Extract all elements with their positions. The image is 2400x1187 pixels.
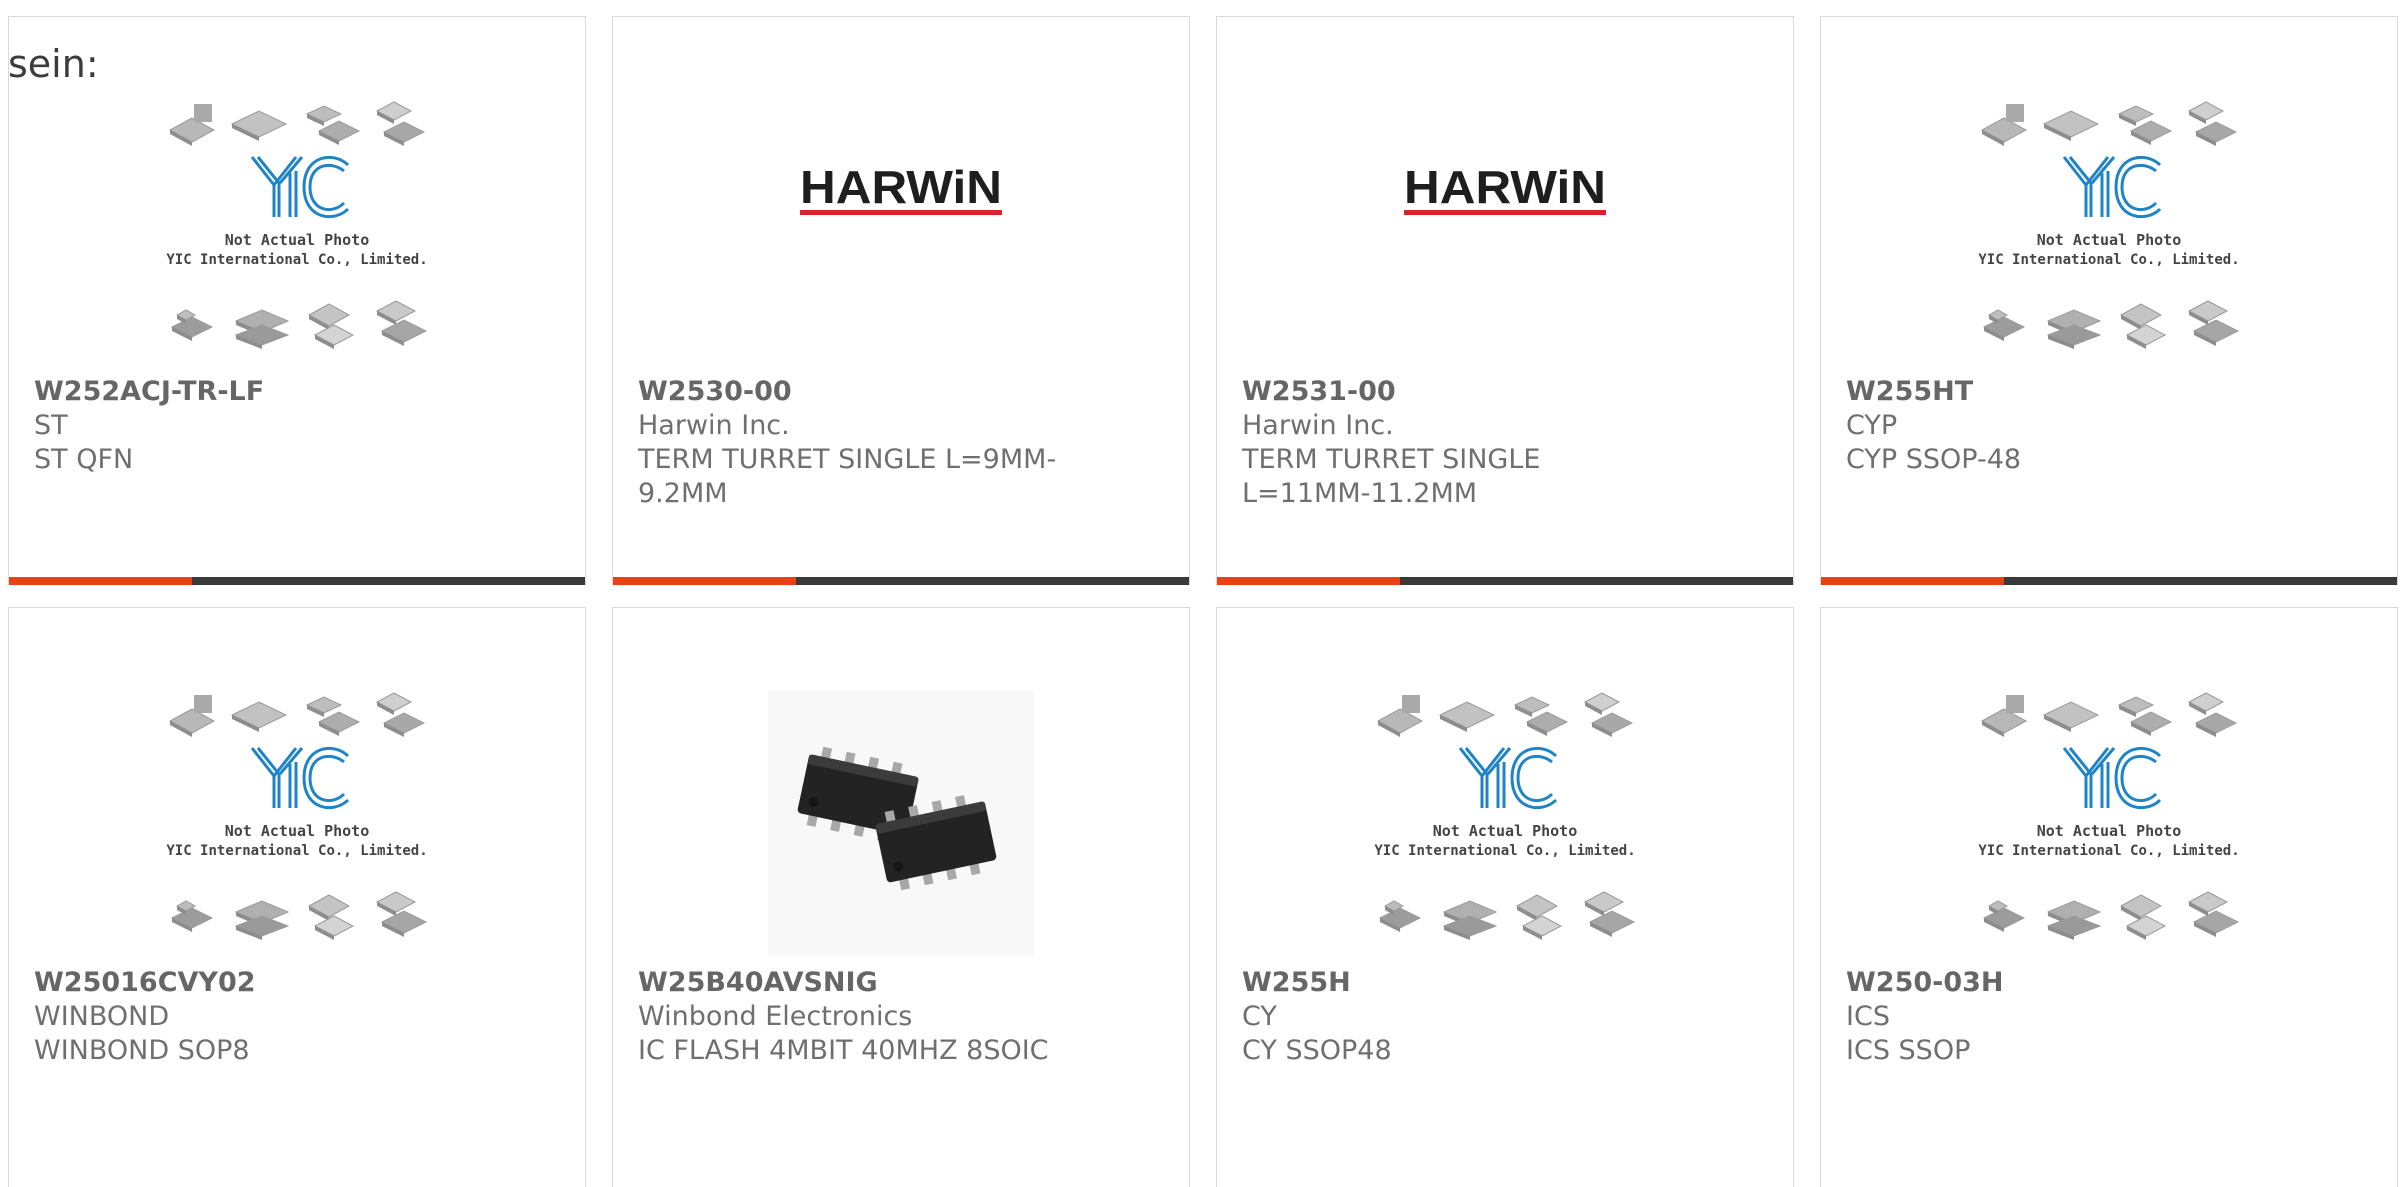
logo-text: HARWiN <box>1404 161 1606 213</box>
product-info: W25B40AVSNIG Winbond Electronics IC FLAS… <box>638 966 1069 1068</box>
not-actual-photo-icon: Not Actual Photo YIC International Co., L… <box>1374 692 1636 940</box>
not-actual-photo-icon: Not Actual Photo YIC International Co., L… <box>166 101 428 349</box>
photo-note: Not Actual Photo <box>225 231 370 249</box>
part-number[interactable]: W252ACJ-TR-LF <box>34 375 465 409</box>
card-accent-bar <box>9 577 585 585</box>
photo-company: YIC International Co., Limited. <box>1978 843 2239 859</box>
product-card[interactable]: Not Actual Photo YIC International Co., L… <box>8 16 586 585</box>
photo-note: Not Actual Photo <box>225 822 370 840</box>
part-number[interactable]: W25B40AVSNIG <box>638 966 1069 1000</box>
product-thumbnail <box>768 690 1034 956</box>
photo-note: Not Actual Photo <box>2037 231 2182 249</box>
chip-packages-bottom-icon <box>1982 891 2240 940</box>
card-accent-bar <box>1821 577 2397 585</box>
product-info: W252ACJ-TR-LF ST ST QFN <box>34 375 465 477</box>
product-info: W255HT CYP CYP SSOP-48 <box>1846 375 2277 477</box>
part-number[interactable]: W2530-00 <box>638 375 1069 409</box>
yic-logo-icon <box>2062 746 2162 810</box>
yic-logo-icon <box>250 746 350 810</box>
yic-logo-icon <box>250 155 350 219</box>
part-number[interactable]: W255H <box>1242 966 1673 1000</box>
part-number[interactable]: W2531-00 <box>1242 375 1673 409</box>
manufacturer: WINBOND <box>34 1001 170 1032</box>
product-grid: Not Actual Photo YIC International Co., L… <box>8 16 2400 1187</box>
product-thumbnail: HARWiN <box>768 99 1034 365</box>
description: CYP SSOP-48 <box>1846 444 2022 475</box>
product-thumbnail: Not Actual Photo YIC International Co., L… <box>1976 99 2242 365</box>
part-number[interactable]: W250-03H <box>1846 966 2277 1000</box>
harwin-logo-icon: HARWiN <box>1404 161 1606 215</box>
part-number[interactable]: W255HT <box>1846 375 2277 409</box>
part-number[interactable]: W25016CVY02 <box>34 966 465 1000</box>
product-info: W250-03H ICS ICS SSOP <box>1846 966 2277 1068</box>
chip-packages-bottom-icon <box>1378 891 1636 940</box>
product-info: W255H CY CY SSOP48 <box>1242 966 1673 1068</box>
description: ICS SSOP <box>1846 1035 1971 1066</box>
product-thumbnail: Not Actual Photo YIC International Co., L… <box>1372 690 1638 956</box>
photo-company: YIC International Co., Limited. <box>1978 252 2239 268</box>
soic8-chip-photo-icon <box>768 690 1034 956</box>
manufacturer: ST <box>34 410 68 441</box>
not-actual-photo-icon: Not Actual Photo YIC International Co., L… <box>1978 692 2240 940</box>
product-card[interactable]: Not Actual Photo YIC International Co., L… <box>1820 16 2398 585</box>
photo-company: YIC International Co., Limited. <box>166 252 427 268</box>
manufacturer: Harwin Inc. <box>638 410 790 441</box>
card-accent-bar <box>1217 577 1793 585</box>
chip-packages-bottom-icon <box>170 300 428 349</box>
chip-packages-top-icon <box>168 101 426 146</box>
chip-packages-top-icon <box>1980 101 2238 146</box>
product-card[interactable]: HARWiN W2531-00 Harwin Inc. TERM TURRET … <box>1216 16 1794 585</box>
description: ST QFN <box>34 444 134 475</box>
photo-note: Not Actual Photo <box>1433 822 1578 840</box>
product-card[interactable]: Not Actual Photo YIC International Co., L… <box>1216 607 1794 1187</box>
product-thumbnail: HARWiN <box>1372 99 1638 365</box>
product-info: W2531-00 Harwin Inc. TERM TURRET SINGLE … <box>1242 375 1673 511</box>
photo-note: Not Actual Photo <box>2037 822 2182 840</box>
description: IC FLASH 4MBIT 40MHZ 8SOIC <box>638 1035 1049 1066</box>
product-thumbnail: Not Actual Photo YIC International Co., L… <box>1976 690 2242 956</box>
yic-logo-icon <box>1458 746 1558 810</box>
chip-packages-top-icon <box>1980 692 2238 737</box>
product-thumbnail: Not Actual Photo YIC International Co., L… <box>164 99 430 365</box>
product-card[interactable]: HARWiN W2530-00 Harwin Inc. TERM TURRET … <box>612 16 1190 585</box>
photo-company: YIC International Co., Limited. <box>1374 843 1635 859</box>
description: TERM TURRET SINGLE L=11MM-11.2MM <box>1242 444 1541 509</box>
manufacturer: Winbond Electronics <box>638 1001 913 1032</box>
description: WINBOND SOP8 <box>34 1035 250 1066</box>
description: CY SSOP48 <box>1242 1035 1392 1066</box>
not-actual-photo-icon: Not Actual Photo YIC International Co., L… <box>1978 101 2240 349</box>
chip-packages-top-icon <box>168 692 426 737</box>
manufacturer: Harwin Inc. <box>1242 410 1394 441</box>
harwin-logo-icon: HARWiN <box>800 161 1002 215</box>
manufacturer: CY <box>1242 1001 1277 1032</box>
not-actual-photo-icon: Not Actual Photo YIC International Co., L… <box>166 692 428 940</box>
product-thumbnail: Not Actual Photo YIC International Co., L… <box>164 690 430 956</box>
yic-logo-icon <box>2062 155 2162 219</box>
manufacturer: ICS <box>1846 1001 1890 1032</box>
photo-company: YIC International Co., Limited. <box>166 843 427 859</box>
chip-packages-bottom-icon <box>1982 300 2240 349</box>
description: TERM TURRET SINGLE L=9MM-9.2MM <box>638 444 1057 509</box>
product-card[interactable]: Not Actual Photo YIC International Co., L… <box>1820 607 2398 1187</box>
product-info: W2530-00 Harwin Inc. TERM TURRET SINGLE … <box>638 375 1069 511</box>
manufacturer: CYP <box>1846 410 1898 441</box>
chip-packages-bottom-icon <box>170 891 428 940</box>
logo-text: HARWiN <box>800 161 1002 213</box>
product-info: W25016CVY02 WINBOND WINBOND SOP8 <box>34 966 465 1068</box>
card-accent-bar <box>613 577 1189 585</box>
product-card[interactable]: Not Actual Photo YIC International Co., L… <box>8 607 586 1187</box>
chip-packages-top-icon <box>1376 692 1634 737</box>
product-card[interactable]: W25B40AVSNIG Winbond Electronics IC FLAS… <box>612 607 1190 1187</box>
intro-text: sein: <box>8 42 99 86</box>
